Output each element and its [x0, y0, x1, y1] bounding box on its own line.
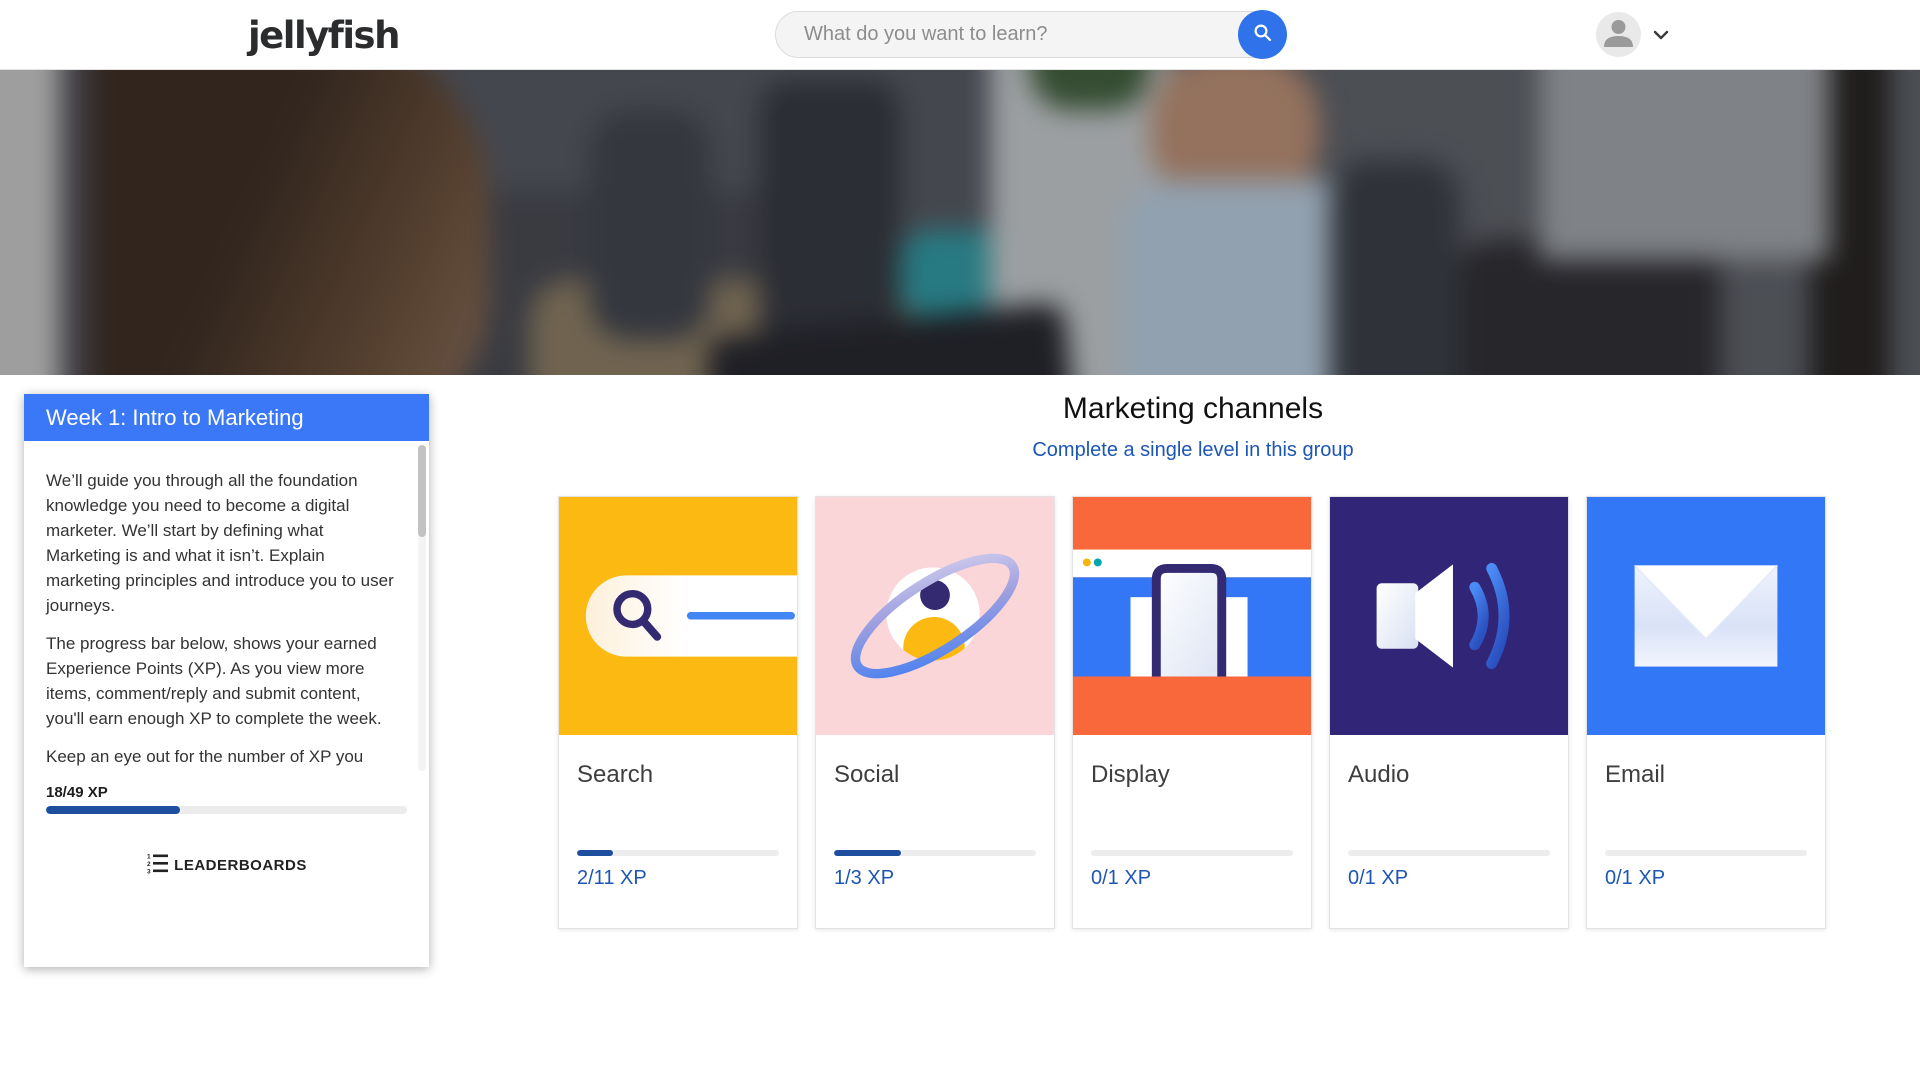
top-navbar: jellyfish [0, 0, 1920, 70]
envelope-illustration [1587, 497, 1825, 735]
search-button[interactable] [1238, 10, 1287, 59]
card-progress-bar [1605, 850, 1807, 856]
card-xp-label: 0/1 XP [1605, 867, 1665, 890]
card-body: Display 0/1 XP [1073, 735, 1311, 928]
channel-card-social[interactable]: Social 1/3 XP [815, 496, 1055, 929]
search-input[interactable] [775, 11, 1285, 58]
account-menu[interactable] [1596, 12, 1669, 57]
jellyfish-logo[interactable]: jellyfish [248, 14, 399, 57]
chevron-down-icon[interactable] [1653, 27, 1669, 43]
profile-planet-illustration [816, 497, 1054, 735]
hero-banner-image [0, 70, 1920, 375]
card-title: Audio [1348, 761, 1550, 789]
channel-cards-row: Search 2/11 XP [558, 496, 1828, 929]
week-progress-bar [46, 806, 407, 814]
scrollbar-thumb[interactable] [418, 445, 426, 537]
week-description-paragraph: The progress bar below, shows your earne… [46, 632, 399, 732]
svg-text:1: 1 [147, 854, 151, 861]
leaderboards-label: LEADERBOARDS [174, 857, 307, 874]
week-description-paragraph: Keep an eye out for the number of XP you [46, 745, 399, 770]
channel-card-audio[interactable]: Audio 0/1 XP [1329, 496, 1569, 929]
card-xp-label: 0/1 XP [1091, 867, 1151, 890]
card-progress-bar [1348, 850, 1550, 856]
card-xp-label: 2/11 XP [577, 867, 647, 890]
numbered-list-icon: 1 2 3 [146, 852, 168, 878]
card-body: Audio 0/1 XP [1330, 735, 1568, 928]
search-bar-illustration [559, 497, 797, 735]
channel-group-section: Marketing channels Complete a single lev… [558, 375, 1828, 929]
group-title: Marketing channels [558, 392, 1828, 426]
card-body: Search 2/11 XP [559, 735, 797, 928]
week-progress-fill [46, 806, 180, 814]
week-xp-label: 18/49 XP [24, 778, 429, 801]
browser-phone-illustration [1073, 497, 1311, 735]
svg-text:2: 2 [147, 861, 151, 868]
card-body: Email 0/1 XP [1587, 735, 1825, 928]
search-icon [1252, 22, 1274, 47]
card-progress-bar [577, 850, 779, 856]
card-title: Email [1605, 761, 1807, 789]
channel-card-search[interactable]: Search 2/11 XP [558, 496, 798, 929]
svg-text:3: 3 [147, 869, 151, 875]
card-xp-label: 0/1 XP [1348, 867, 1408, 890]
leaderboards-button[interactable]: 1 2 3 LEADERBOARDS [146, 852, 307, 878]
avatar[interactable] [1596, 12, 1641, 57]
week-description-paragraph: We’ll guide you through all the foundati… [46, 469, 399, 619]
card-progress-fill [834, 850, 901, 856]
global-search [775, 11, 1285, 58]
card-progress-bar [834, 850, 1036, 856]
week-description-scroll-area[interactable]: We’ll guide you through all the foundati… [24, 441, 429, 778]
week-panel: Week 1: Intro to Marketing We’ll guide y… [24, 394, 429, 967]
person-icon [1596, 12, 1641, 57]
speaker-illustration [1330, 497, 1568, 735]
channel-card-email[interactable]: Email 0/1 XP [1586, 496, 1826, 929]
card-progress-fill [577, 850, 613, 856]
channel-card-display[interactable]: Display 0/1 XP [1072, 496, 1312, 929]
card-title: Search [577, 761, 779, 789]
card-progress-bar [1091, 850, 1293, 856]
card-title: Social [834, 761, 1036, 789]
card-xp-label: 1/3 XP [834, 867, 894, 890]
card-body: Social 1/3 XP [816, 735, 1054, 928]
week-panel-title: Week 1: Intro to Marketing [24, 394, 429, 441]
card-title: Display [1091, 761, 1293, 789]
group-requirement-link[interactable]: Complete a single level in this group [558, 439, 1828, 462]
